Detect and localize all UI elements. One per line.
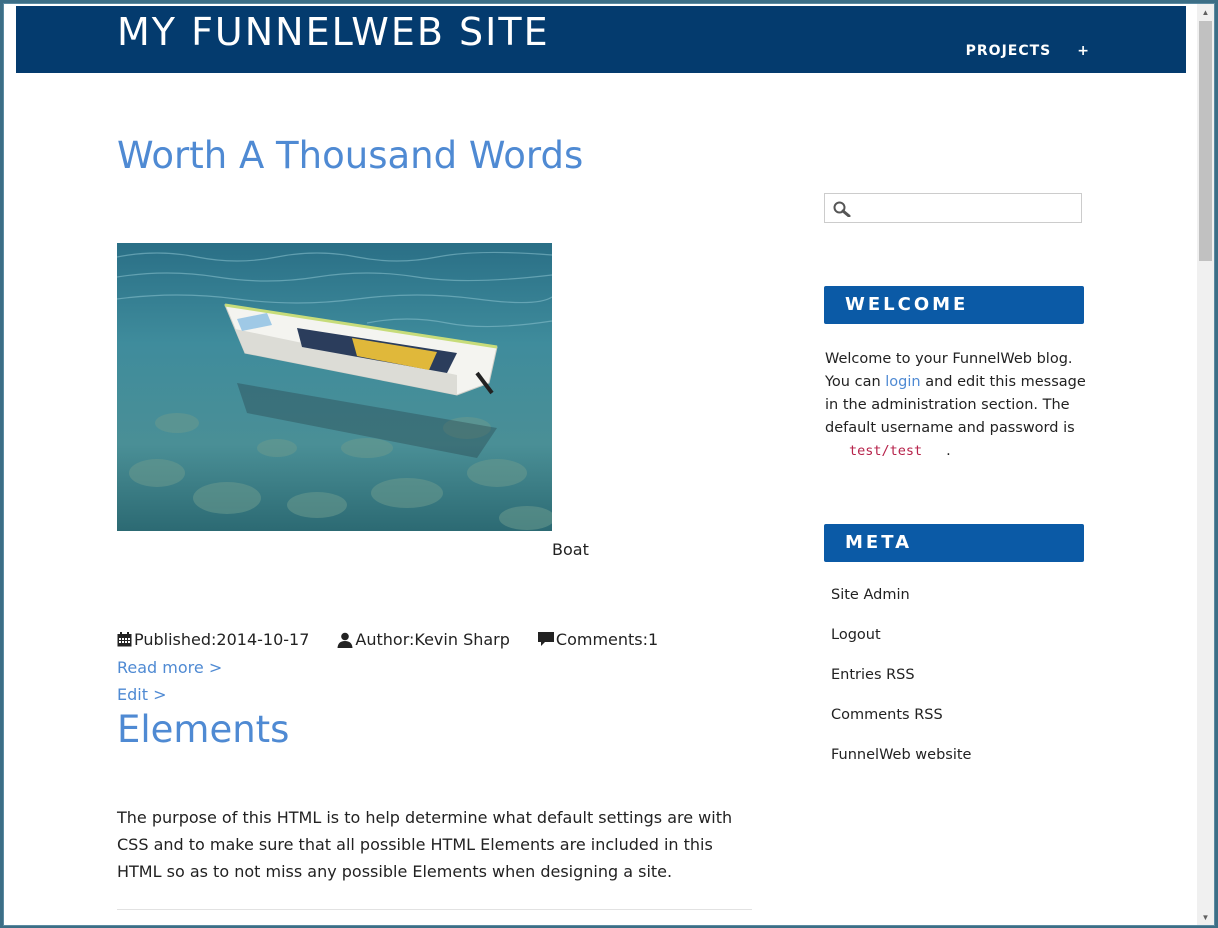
entries-rss-link[interactable]: Entries RSS	[831, 667, 915, 683]
meta-widget-title: META	[824, 524, 1084, 562]
main-nav: PROJECTS +	[966, 43, 1090, 59]
comment-icon	[537, 632, 554, 646]
meta-item: FunnelWeb website	[831, 746, 971, 786]
default-credentials: test/test	[849, 443, 923, 459]
published-label: Published:	[134, 630, 217, 649]
author-name: Kevin Sharp	[414, 630, 510, 649]
search-icon	[833, 201, 851, 217]
image-caption: Boat	[552, 540, 589, 559]
site-title[interactable]: MY FUNNELWEB SITE	[117, 10, 550, 54]
calendar-icon	[117, 632, 132, 647]
site-admin-link[interactable]: Site Admin	[831, 587, 910, 603]
meta-item: Comments RSS	[831, 706, 971, 746]
author-label: Author:	[355, 630, 415, 649]
nav-more[interactable]: +	[1077, 43, 1090, 59]
logout-link[interactable]: Logout	[831, 627, 881, 643]
post-meta: Published: 2014-10-17 Author: Kevin Sharp …	[117, 630, 686, 649]
comments-info: Comments: 1	[537, 630, 659, 649]
welcome-text-end: .	[946, 443, 951, 459]
search-input[interactable]	[855, 197, 1079, 221]
post-divider	[117, 909, 752, 910]
published-date: 2014-10-17	[216, 630, 310, 649]
comments-label: Comments:	[555, 630, 649, 649]
search-box[interactable]	[824, 193, 1082, 223]
site-header: MY FUNNELWEB SITE PROJECTS +	[16, 6, 1186, 73]
welcome-text: Welcome to your FunnelWeb blog. You can …	[825, 348, 1090, 463]
vertical-scrollbar[interactable]: ▲ ▼	[1197, 4, 1214, 925]
comments-count: 1	[648, 630, 659, 649]
scroll-down-arrow[interactable]: ▼	[1197, 909, 1214, 925]
browser-window: MY FUNNELWEB SITE PROJECTS + Worth A Tho…	[3, 3, 1215, 926]
post-title[interactable]: Worth A Thousand Words	[117, 134, 583, 177]
login-link[interactable]: login	[885, 374, 920, 390]
user-icon	[337, 632, 353, 648]
funnelweb-website-link[interactable]: FunnelWeb website	[831, 747, 971, 763]
scroll-thumb[interactable]	[1199, 21, 1212, 261]
post-excerpt: The purpose of this HTML is to help dete…	[117, 808, 733, 881]
published-info: Published: 2014-10-17	[117, 630, 309, 649]
page-viewport: MY FUNNELWEB SITE PROJECTS + Worth A Tho…	[4, 4, 1197, 925]
edit-link[interactable]: Edit >	[117, 685, 166, 704]
nav-projects[interactable]: PROJECTS	[966, 43, 1052, 59]
boat-image	[117, 243, 552, 531]
scroll-up-arrow[interactable]: ▲	[1197, 4, 1214, 20]
meta-item: Logout	[831, 626, 971, 666]
meta-item: Site Admin	[831, 586, 971, 626]
read-more-link[interactable]: Read more >	[117, 658, 222, 677]
meta-links: Site Admin Logout Entries RSS Comments R…	[831, 586, 971, 786]
welcome-widget-title: WELCOME	[824, 286, 1084, 324]
post-title-elements[interactable]: Elements	[117, 708, 289, 751]
comments-rss-link[interactable]: Comments RSS	[831, 707, 943, 723]
author-info: Author: Kevin Sharp	[337, 630, 510, 649]
meta-item: Entries RSS	[831, 666, 971, 706]
